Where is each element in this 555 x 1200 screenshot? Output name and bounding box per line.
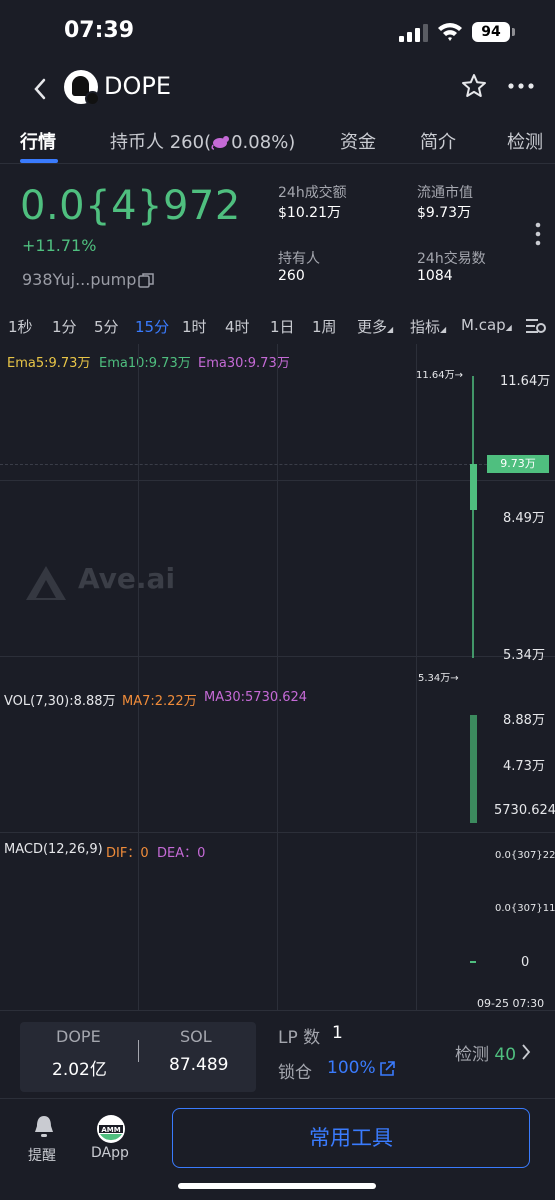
vol-axis-high: 8.88万 (503, 713, 545, 728)
grid-line (0, 832, 555, 833)
current-price: 0.0{4}972 (20, 183, 241, 229)
dropdown-triangle-icon: ◢ (505, 323, 512, 332)
dapp-label[interactable]: DApp (91, 1145, 129, 1161)
tab-holders-label: 持币人 260( (110, 132, 212, 153)
volume-chart (470, 715, 477, 823)
chart-settings-icon[interactable] (526, 316, 546, 336)
mcap-toggle[interactable]: M.cap◢ (461, 316, 512, 334)
interval-more-label: 更多 (357, 318, 388, 336)
tab-funds[interactable]: 资金 (340, 128, 376, 154)
nav-bar: DOPE (0, 64, 555, 114)
tab-holders[interactable]: 持币人 260( 0.08%) (110, 128, 295, 154)
price-axis-mid: 8.49万 (503, 511, 545, 526)
vol-axis-mid: 4.73万 (503, 759, 545, 774)
interval-1d[interactable]: 1日 (270, 316, 295, 337)
mcap-label: 流通市值 (417, 185, 473, 201)
price-change: +11.71% (22, 236, 97, 255)
check-score-link[interactable]: 检测 40 (455, 1040, 516, 1065)
token-logo (64, 70, 100, 106)
chart-timestamp: 09-25 07:30 (477, 997, 545, 1010)
interval-more[interactable]: 更多◢ (357, 316, 393, 337)
pool-base-value: 2.02亿 (52, 1060, 107, 1080)
solana-icon (85, 91, 100, 106)
mcap-toggle-label: M.cap (461, 316, 506, 334)
volume-value: $10.21万 (278, 205, 341, 221)
macd-bar (470, 961, 476, 963)
copy-icon[interactable] (138, 272, 154, 288)
chevron-right-icon (522, 1044, 531, 1060)
amm-dapp-icon[interactable]: AMM (96, 1114, 126, 1144)
pool-box: DOPE 2.02亿 SOL 87.489 (20, 1022, 256, 1092)
dif-label: DIF：0 (106, 846, 149, 861)
high-marker: 11.64万→ (416, 370, 464, 381)
external-link-icon[interactable] (378, 1060, 396, 1078)
holders-value: 260 (278, 268, 305, 284)
interval-4h[interactable]: 4时 (225, 316, 250, 337)
current-price-tag: 9.73万 (487, 455, 549, 473)
holders-label: 持有人 (278, 251, 320, 267)
tab-bar: 行情 持币人 260( 0.08%) 资金 简介 检测 (0, 116, 555, 164)
dea-label: DEA：0 (157, 846, 206, 861)
pool-base-label: DOPE (56, 1027, 101, 1046)
macd-label: MACD(12,26,9) (4, 842, 103, 857)
alert-label[interactable]: 提醒 (28, 1145, 56, 1165)
tx-value: 1084 (417, 268, 453, 284)
back-icon[interactable] (28, 74, 52, 104)
more-icon[interactable] (508, 82, 534, 90)
dropdown-triangle-icon: ◢ (387, 325, 394, 334)
dropdown-triangle-icon: ◢ (440, 325, 447, 334)
interval-15m[interactable]: 15分 (135, 316, 169, 337)
lp-count-value: 1 (332, 1023, 343, 1043)
mcap-value: $9.73万 (417, 205, 472, 221)
kebab-menu-icon[interactable] (535, 222, 541, 246)
interval-bar: 1秒 1分 5分 15分 1时 4时 1日 1周 更多◢ 指标◢ M.cap◢ (0, 312, 555, 340)
svg-text:AMM: AMM (101, 1126, 120, 1134)
status-bar: 07:39 94 (0, 0, 555, 64)
tab-intro[interactable]: 简介 (420, 128, 456, 154)
signal-icon (399, 24, 428, 42)
interval-1s[interactable]: 1秒 (8, 316, 33, 337)
indicator-menu-label: 指标 (410, 318, 441, 336)
indicator-menu[interactable]: 指标◢ (410, 316, 446, 337)
battery-icon: 94 (472, 22, 515, 42)
bell-icon[interactable] (32, 1114, 56, 1140)
tab-check[interactable]: 检测 (507, 128, 543, 154)
vol-axis-low: 5730.624 (494, 803, 555, 818)
lock-value[interactable]: 100% (327, 1058, 376, 1078)
check-label: 检测 (455, 1045, 489, 1065)
common-tools-button[interactable]: 常用工具 (172, 1108, 530, 1168)
price-axis-high: 11.64万 (500, 374, 551, 389)
lp-count-label: LP 数 (278, 1028, 321, 1048)
contract-address: 938Yuj...pump (22, 270, 137, 289)
interval-1w[interactable]: 1周 (312, 316, 337, 337)
pool-quote-value: 87.489 (169, 1055, 229, 1075)
candle-body[interactable] (470, 464, 477, 510)
candlestick-chart[interactable] (0, 344, 555, 674)
check-value: 40 (494, 1045, 517, 1065)
token-name: DOPE (104, 72, 172, 100)
tx-label: 24h交易数 (417, 251, 486, 267)
tab-holders-pct: 0.08%) (231, 132, 296, 153)
status-time: 07:39 (64, 18, 135, 43)
interval-1h[interactable]: 1时 (182, 316, 207, 337)
home-indicator (178, 1183, 376, 1189)
tab-active-indicator (20, 159, 58, 163)
favorite-star-icon[interactable] (460, 72, 488, 100)
macd-axis-high: 0.0{307}222 (495, 850, 555, 861)
rat-icon (211, 136, 230, 150)
volume-bar (470, 715, 477, 823)
divider (138, 1040, 139, 1062)
tab-market[interactable]: 行情 (20, 128, 56, 154)
pool-quote-label: SOL (180, 1027, 212, 1046)
wifi-icon (438, 23, 462, 41)
macd-axis-mid: 0.0{307}111 (495, 903, 555, 914)
volume-label: 24h成交额 (278, 185, 347, 201)
macd-axis-zero: 0 (521, 955, 530, 970)
interval-1m[interactable]: 1分 (52, 316, 77, 337)
interval-5m[interactable]: 5分 (94, 316, 119, 337)
lock-label: 锁仓 (278, 1063, 312, 1083)
